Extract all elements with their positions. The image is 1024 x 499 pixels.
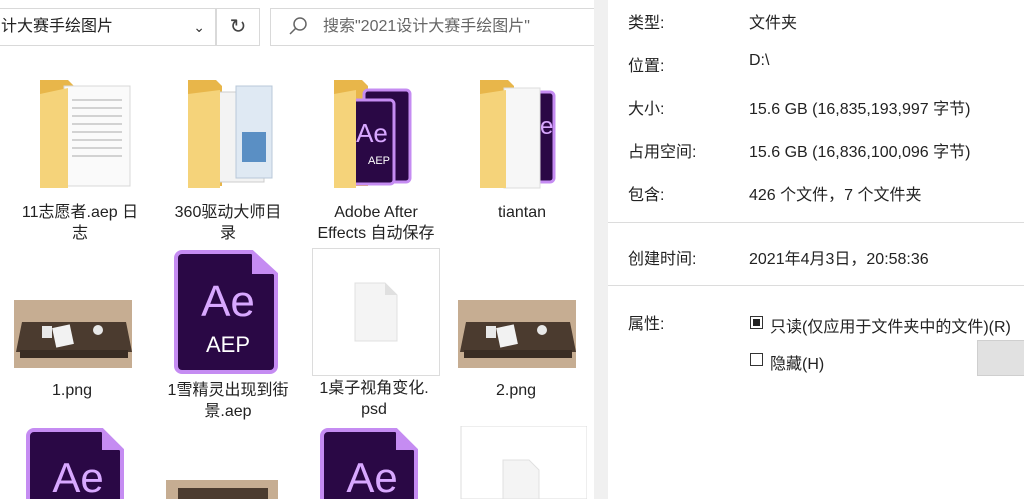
png-thumbnail: [166, 480, 278, 499]
png-thumbnail: [458, 300, 576, 368]
svg-text:Ae: Ae: [52, 454, 103, 499]
search-input[interactable]: 搜索"2021设计大赛手绘图片": [270, 8, 594, 46]
created-value: 2021年4月3日，20:58:36: [749, 251, 929, 268]
chevron-down-icon[interactable]: ⌄: [193, 9, 205, 45]
file-item-tiantan-folder[interactable]: e tiantan: [452, 72, 592, 223]
file-item-1-desk-psd[interactable]: 1桌子视角变化. psd: [304, 248, 444, 420]
file-item-aep-row3-1[interactable]: Ae: [12, 428, 152, 499]
readonly-checkbox[interactable]: [750, 316, 763, 329]
file-item-aep-row3-2[interactable]: Ae: [306, 428, 446, 499]
advanced-button[interactable]: [977, 340, 1024, 376]
properties-dialog: 类型: 文件夹 位置: D:\ 大小: 15.6 GB (16,835,193,…: [594, 0, 1024, 499]
file-item-2-png[interactable]: 2.png: [446, 250, 586, 401]
address-bar[interactable]: 计大赛手绘图片 ⌄: [0, 8, 216, 46]
hidden-checkbox[interactable]: [750, 353, 763, 366]
refresh-icon: ↻: [229, 16, 247, 38]
aep-file-icon: Ae AEP: [174, 250, 278, 374]
file-label: 1.png: [51, 382, 93, 399]
file-explorer: 计大赛手绘图片 ⌄ ↻ 搜索"2021设计大赛手绘图片" 11志愿者.aep 日…: [0, 0, 594, 499]
type-label: 类型:: [628, 15, 665, 32]
file-label: tiantan: [497, 204, 547, 221]
contains-value: 426 个文件，7 个文件夹: [749, 187, 922, 204]
file-label: 360驱动大师目: [174, 204, 282, 221]
psd-thumbnail: [312, 248, 440, 376]
aep-file-icon: Ae: [26, 428, 124, 499]
file-item-1-png[interactable]: 1.png: [2, 250, 142, 401]
readonly-label[interactable]: 只读(仅应用于文件夹中的文件)(R): [770, 313, 1011, 337]
folder-icon: [40, 80, 131, 188]
search-placeholder: 搜索"2021设计大赛手绘图片": [323, 18, 530, 35]
file-item-11-volunteer-folder[interactable]: 11志愿者.aep 日 志: [10, 72, 150, 244]
file-label-line2: 志: [71, 225, 88, 242]
divider: [608, 285, 1024, 286]
folder-icon: [188, 80, 273, 188]
location-label: 位置:: [628, 58, 665, 75]
file-label: 2.png: [495, 382, 537, 399]
png-thumbnail: [14, 300, 132, 368]
folder-ae-icon: Ae AEP: [334, 80, 412, 188]
address-text: 计大赛手绘图片: [1, 18, 114, 35]
file-item-png-row3[interactable]: [158, 478, 298, 499]
file-item-360-driver-folder[interactable]: 360驱动大师目 录: [158, 72, 298, 244]
size-value: 15.6 GB (16,835,193,997 字节): [749, 101, 971, 118]
svg-text:Ae: Ae: [201, 277, 255, 326]
search-icon: [289, 17, 307, 35]
location-value: D:\: [749, 52, 770, 69]
size-label: 大小:: [628, 101, 665, 118]
file-item-psd-row3[interactable]: [450, 425, 590, 499]
contains-label: 包含:: [628, 187, 665, 204]
created-label: 创建时间:: [628, 251, 697, 268]
svg-text:e: e: [540, 113, 553, 140]
file-label: Adobe After: [334, 204, 418, 221]
file-label: 1桌子视角变化.: [319, 380, 429, 397]
blank-document-icon: [354, 282, 398, 342]
disk-size-label: 占用空间:: [628, 144, 697, 161]
file-label-line2: 录: [219, 225, 236, 242]
file-item-ae-autosave-folder[interactable]: Ae AEP Adobe After Effects 自动保存: [306, 72, 446, 244]
svg-text:Ae: Ae: [346, 454, 397, 499]
file-label-line2: 景.aep: [204, 403, 252, 420]
type-value: 文件夹: [749, 15, 798, 32]
attributes-label: 属性:: [628, 316, 665, 333]
file-label-line2: psd: [361, 401, 387, 418]
svg-text:Ae: Ae: [356, 118, 388, 148]
aep-file-icon: Ae: [320, 428, 418, 499]
file-item-1-snow-aep[interactable]: Ae AEP 1雪精灵出现到街 景.aep: [158, 250, 298, 422]
file-label: 11志愿者.aep 日: [21, 204, 139, 221]
divider: [608, 222, 1024, 223]
refresh-button[interactable]: ↻: [216, 8, 260, 46]
svg-text:AEP: AEP: [368, 155, 390, 167]
svg-text:AEP: AEP: [206, 332, 250, 357]
hidden-label[interactable]: 隐藏(H): [770, 350, 824, 374]
file-label-line2: Effects 自动保存: [317, 225, 435, 242]
blank-document-icon: [460, 425, 588, 499]
folder-ae-icon: e: [480, 80, 556, 189]
disk-size-value: 15.6 GB (16,836,100,096 字节): [749, 144, 971, 161]
file-label: 1雪精灵出现到街: [167, 382, 289, 399]
